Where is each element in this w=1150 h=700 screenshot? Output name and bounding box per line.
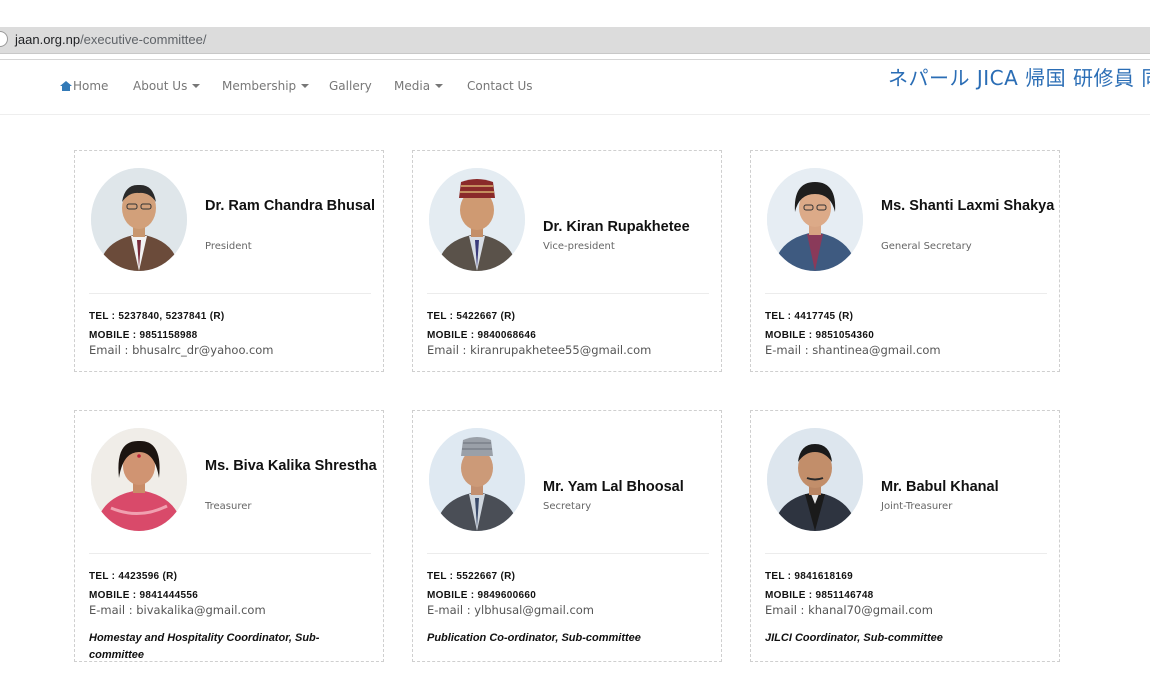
- member-tel: TEL : 4423596 (R): [89, 571, 178, 582]
- member-mobile: MOBILE : 9841444556: [89, 590, 199, 601]
- member-role: President: [205, 241, 252, 252]
- member-email[interactable]: E-mail : bivakalika@gmail.com: [89, 603, 266, 617]
- member-tel: TEL : 4417745 (R): [765, 311, 854, 322]
- address-bar[interactable]: jaan.org.np/executive-committee/: [0, 27, 1150, 54]
- member-photo: [767, 168, 863, 271]
- member-committee: Homestay and Hospitality Coordinator, Su…: [89, 632, 320, 661]
- member-tel: TEL : 5237840, 5237841 (R): [89, 311, 225, 322]
- member-email[interactable]: Email : kiranrupakhetee55@gmail.com: [427, 343, 651, 357]
- nav-contact-us[interactable]: Contact Us: [467, 79, 533, 93]
- nav-gallery[interactable]: Gallery: [329, 79, 372, 93]
- member-committee: JILCI Coordinator, Sub-committee: [765, 632, 943, 644]
- member-photo: [91, 168, 187, 271]
- card-divider: [89, 293, 371, 294]
- member-role: Secretary: [543, 501, 592, 512]
- member-photo: [429, 428, 525, 531]
- caret-down-icon: [301, 84, 310, 88]
- member-mobile: MOBILE : 9851054360: [765, 330, 875, 341]
- caret-down-icon: [435, 84, 444, 88]
- member-email[interactable]: Email : bhusalrc_dr@yahoo.com: [89, 343, 274, 357]
- nav-contact-us-label: Contact Us: [467, 79, 533, 93]
- member-tel: TEL : 9841618169: [765, 571, 854, 582]
- card-divider: [765, 293, 1047, 294]
- nav-media-label: Media: [394, 79, 431, 93]
- member-card: Ms. Shanti Laxmi Shakya General Secretar…: [750, 150, 1060, 372]
- nav-membership-label: Membership: [222, 79, 297, 93]
- card-divider: [765, 553, 1047, 554]
- url-text[interactable]: jaan.org.np/executive-committee/: [15, 32, 207, 47]
- member-email[interactable]: E-mail : ylbhusal@gmail.com: [427, 603, 594, 617]
- member-name: Mr. Yam Lal Bhoosal: [543, 479, 684, 495]
- member-tel: TEL : 5522667 (R): [427, 571, 516, 582]
- member-card: Dr. Kiran Rupakhetee Vice-president TEL …: [412, 150, 722, 372]
- url-domain: jaan.org.np: [15, 32, 81, 47]
- member-mobile: MOBILE : 9840068646: [427, 330, 537, 341]
- member-email[interactable]: E-mail : shantinea@gmail.com: [765, 343, 941, 357]
- nav-home[interactable]: Home: [60, 79, 108, 93]
- member-card: Mr. Babul Khanal Joint-Treasurer TEL : 9…: [750, 410, 1060, 662]
- card-divider: [427, 293, 709, 294]
- member-mobile: MOBILE : 9849600660: [427, 590, 537, 601]
- member-photo: [429, 168, 525, 271]
- member-role: General Secretary: [881, 241, 972, 252]
- member-role: Treasurer: [205, 501, 252, 512]
- member-committee: Publication Co-ordinator, Sub-committee: [427, 632, 641, 644]
- home-icon: [60, 81, 72, 91]
- member-email[interactable]: Email : khanal70@gmail.com: [765, 603, 933, 617]
- url-path: /executive-committee/: [80, 32, 207, 47]
- member-tel: TEL : 5422667 (R): [427, 311, 516, 322]
- member-role: Joint-Treasurer: [881, 501, 953, 512]
- member-photo: [767, 428, 863, 531]
- member-name: Ms. Shanti Laxmi Shakya: [881, 198, 1055, 214]
- member-role: Vice-president: [543, 241, 615, 252]
- caret-down-icon: [192, 84, 201, 88]
- member-card: Dr. Ram Chandra Bhusal President TEL : 5…: [74, 150, 384, 372]
- nav-home-label: Home: [73, 79, 109, 93]
- site-banner-logo[interactable]: ネパール JICA 帰国 研修員 同窓: [888, 62, 1150, 91]
- nav-gallery-label: Gallery: [329, 79, 372, 93]
- member-card: Ms. Biva Kalika Shrestha Treasurer TEL :…: [74, 410, 384, 662]
- nav-media[interactable]: Media: [394, 79, 444, 93]
- member-photo: [91, 428, 187, 531]
- site-info-icon[interactable]: [0, 31, 8, 47]
- member-name: Mr. Babul Khanal: [881, 479, 999, 495]
- member-mobile: MOBILE : 9851158988: [89, 330, 198, 341]
- nav-membership[interactable]: Membership: [222, 79, 310, 93]
- nav-about-us[interactable]: About Us: [133, 79, 201, 93]
- member-name: Dr. Kiran Rupakhetee: [543, 219, 690, 235]
- nav-about-us-label: About Us: [133, 79, 188, 93]
- member-name: Ms. Biva Kalika Shrestha: [205, 458, 377, 474]
- member-name: Dr. Ram Chandra Bhusal: [205, 198, 376, 214]
- card-divider: [89, 553, 371, 554]
- card-divider: [427, 553, 709, 554]
- member-card: Mr. Yam Lal Bhoosal Secretary TEL : 5522…: [412, 410, 722, 662]
- member-mobile: MOBILE : 9851146748: [765, 590, 874, 601]
